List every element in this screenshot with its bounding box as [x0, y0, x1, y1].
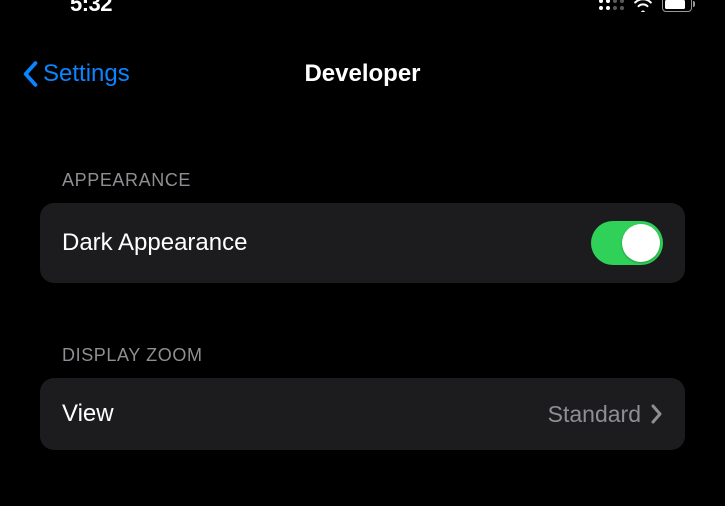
- row-view[interactable]: View Standard: [40, 378, 685, 450]
- status-time: 5:32: [30, 0, 112, 17]
- wifi-icon: [632, 0, 654, 12]
- page-title: Developer: [304, 60, 420, 88]
- nav-bar: Settings Developer: [0, 46, 725, 102]
- cellular-icon: [599, 0, 624, 10]
- back-button[interactable]: Settings: [22, 60, 130, 88]
- dark-appearance-toggle[interactable]: [591, 221, 663, 265]
- section-header-display-zoom: Display Zoom: [62, 345, 685, 366]
- row-dark-appearance: Dark Appearance: [40, 203, 685, 283]
- view-value: Standard: [548, 401, 641, 428]
- status-indicators: [599, 0, 695, 12]
- section-appearance: Appearance Dark Appearance: [0, 170, 725, 283]
- view-value-group: Standard: [548, 401, 663, 428]
- section-display-zoom: Display Zoom View Standard: [0, 345, 725, 450]
- status-bar: 5:32: [0, 0, 725, 14]
- chevron-right-icon: [651, 404, 663, 424]
- section-header-appearance: Appearance: [62, 170, 685, 191]
- battery-icon: [662, 0, 695, 12]
- back-label: Settings: [43, 60, 130, 88]
- dark-appearance-label: Dark Appearance: [62, 229, 247, 257]
- chevron-left-icon: [22, 61, 38, 87]
- toggle-knob: [622, 224, 660, 262]
- view-label: View: [62, 400, 114, 428]
